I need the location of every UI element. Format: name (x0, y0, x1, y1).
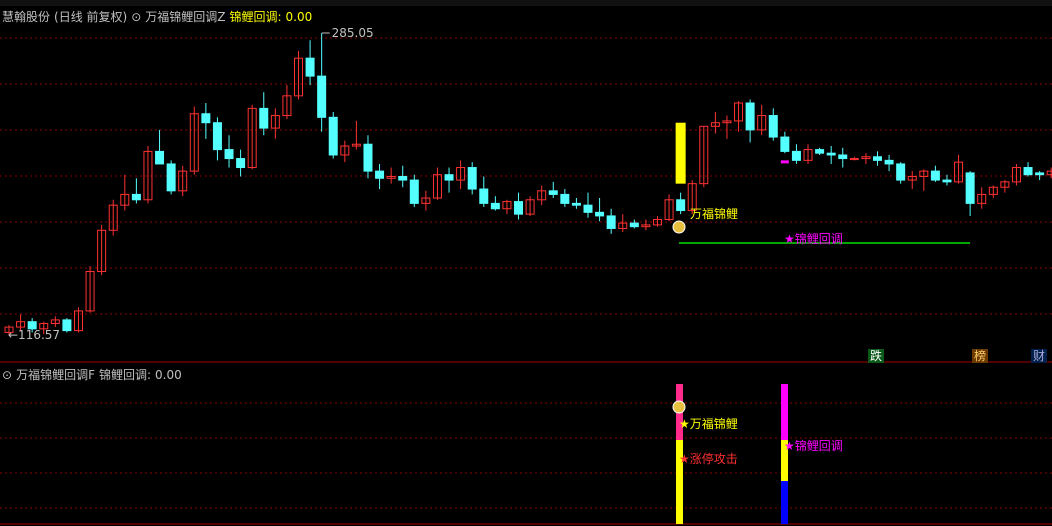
sub-panel-header: ⊙ 万福锦鲤回调F 锦鲤回调: 0.00 (2, 366, 186, 383)
signal-candle (675, 122, 686, 184)
candle-body (896, 163, 906, 181)
candle-body (479, 188, 489, 204)
candle-body (328, 116, 338, 156)
candle-body (965, 172, 975, 204)
main-signal-label: 锦鲤回调: (229, 10, 282, 24)
candle-body (560, 193, 570, 204)
candle-body (606, 215, 616, 229)
sub-money-bag-icon (672, 400, 686, 414)
candle-body (236, 158, 246, 169)
candle-body (571, 202, 581, 206)
money-bag-icon (672, 220, 686, 234)
stock-name: 慧翰股份 (2, 10, 51, 24)
candle-body (131, 193, 141, 201)
candle-body (815, 149, 825, 154)
candle-body (838, 154, 848, 160)
candle-body (467, 167, 477, 190)
candle-body (317, 75, 327, 118)
candle-body (1023, 167, 1033, 176)
candle-body (375, 170, 385, 179)
candle-body (62, 319, 72, 332)
sub-indicator-name[interactable]: 万福锦鲤回调F (16, 368, 95, 382)
candle-body (166, 163, 176, 192)
sub-wanfu-label: ★万福锦鲤 (679, 416, 738, 431)
sub-bar-magenta (781, 384, 788, 440)
candle-body (884, 159, 894, 165)
candle-body (745, 102, 755, 131)
candle-body (791, 150, 801, 161)
high-price-label: 285.05 (332, 26, 374, 40)
candle-body (305, 57, 315, 77)
main-indicator-name[interactable]: 万福锦鲤回调Z (145, 10, 225, 24)
candle-body (514, 201, 524, 215)
wanfu-label: 万福锦鲤 (690, 206, 738, 221)
candle-body (398, 175, 408, 181)
candle-body (768, 115, 778, 138)
candle-body (676, 199, 686, 212)
candle-body (930, 170, 940, 181)
cai-badge[interactable]: 财 (1031, 349, 1048, 363)
candle-body (548, 190, 558, 195)
candle-body (444, 174, 454, 181)
period-label: (日线 前复权) (54, 10, 128, 24)
jinli-label-main: ★锦鲤回调 (784, 232, 843, 246)
candle-body (826, 152, 836, 156)
kline-chart-window: 285.05 ←116.57 万福锦鲤 ★锦鲤回调 ★万福锦鲤 ★涨停攻击 ★锦鲤回调 慧翰… (0, 0, 1052, 526)
candle-body (849, 158, 859, 161)
signal-candle-magenta (780, 160, 789, 164)
main-panel-header: 慧翰股份 (日线 前复权) ⊙ 万福锦鲤回调Z 锦鲤回调: 0.00 (2, 8, 316, 25)
collapse-icon[interactable]: ⊙ (131, 10, 141, 24)
sub-jinli-label: ★锦鲤回调 (784, 439, 843, 453)
candle-body (1035, 172, 1045, 176)
sub-zhangting-label: ★涨停攻击 (679, 451, 738, 466)
candle-body (224, 149, 234, 160)
candle-body (629, 222, 639, 228)
low-price-label: ←116.57 (8, 328, 60, 342)
candle-body (780, 136, 790, 152)
candle-body (873, 156, 882, 161)
candle-body (409, 179, 419, 204)
candle-body (595, 211, 605, 217)
candle-body (583, 204, 593, 213)
die-badge[interactable]: 跌 (868, 349, 885, 363)
candle-body (259, 107, 269, 129)
candle-body (490, 202, 500, 210)
candle-body (155, 150, 165, 165)
bang-badge[interactable]: 榜 (972, 349, 989, 363)
sub-bar-blue (781, 481, 788, 524)
main-signal-value: 0.00 (285, 10, 313, 24)
candle-body (363, 143, 373, 172)
sub-signal-label: 锦鲤回调: (98, 368, 152, 382)
chart-canvas[interactable]: 285.05 ←116.57 万福锦鲤 ★锦鲤回调 ★万福锦鲤 ★涨停攻击 ★锦鲤回调 (0, 0, 1052, 526)
sub-collapse-icon[interactable]: ⊙ (2, 368, 12, 382)
candle-body (201, 113, 211, 124)
sub-signal-value: 0.00 (155, 368, 182, 382)
candle-body (942, 179, 952, 183)
candle-body (212, 122, 222, 151)
